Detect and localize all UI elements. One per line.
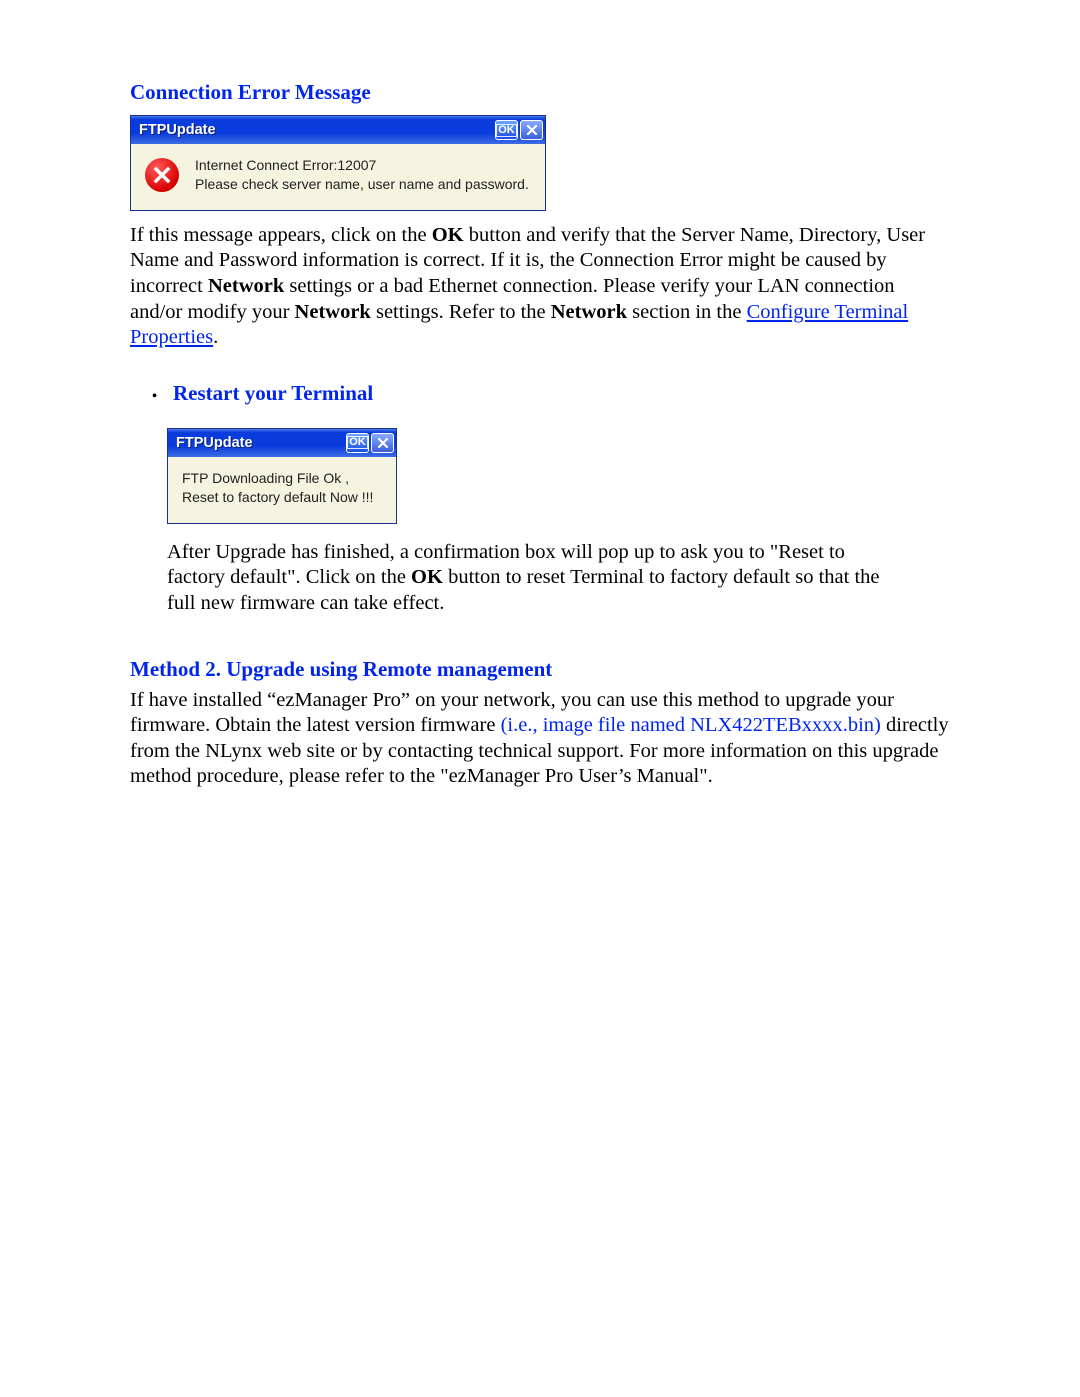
dialog2-close-button[interactable] xyxy=(371,433,394,453)
bold-ok: OK xyxy=(411,566,443,588)
dialog2-ok-button[interactable]: OK xyxy=(346,433,369,453)
paragraph-method-2: If have installed “ezManager Pro” on you… xyxy=(130,688,950,791)
text: section in the xyxy=(627,301,747,323)
bold-network: Network xyxy=(295,301,371,323)
dialog1-title: FTPUpdate xyxy=(139,122,493,138)
blue-filename: (i.e., image file named NLX422TEBxxxx.bi… xyxy=(501,714,881,736)
bullet-restart-terminal: Restart your Terminal xyxy=(130,381,950,416)
dialog2-titlebar: FTPUpdate OK xyxy=(168,429,396,457)
bold-network: Network xyxy=(208,275,284,297)
bold-ok: OK xyxy=(432,224,464,246)
heading-restart-terminal: Restart your Terminal xyxy=(173,381,373,406)
bold-network: Network xyxy=(551,301,627,323)
dialog1-message: Internet Connect Error:12007 Please chec… xyxy=(195,156,529,194)
indent-wrap-dialog2: FTPUpdate OK FTP Downloading File Ok , R… xyxy=(167,428,950,534)
dialog1-titlebar: FTPUpdate OK xyxy=(131,116,545,144)
dialog2-title: FTPUpdate xyxy=(176,435,344,451)
paragraph-connection-error: If this message appears, click on the OK… xyxy=(130,223,950,351)
dialog1-ok-button[interactable]: OK xyxy=(495,120,518,140)
error-icon xyxy=(145,158,179,192)
text: settings. Refer to the xyxy=(371,301,551,323)
dialog1-close-button[interactable] xyxy=(520,120,543,140)
heading-method-2: Method 2. Upgrade using Remote managemen… xyxy=(130,657,950,682)
ok-icon: OK xyxy=(347,436,368,449)
dialog1-body: Internet Connect Error:12007 Please chec… xyxy=(131,144,545,210)
dialog-restart-terminal: FTPUpdate OK FTP Downloading File Ok , R… xyxy=(167,428,397,524)
bullet-icon xyxy=(136,389,173,405)
dialog-connection-error: FTPUpdate OK Internet Connect Error:1200… xyxy=(130,115,546,211)
close-icon xyxy=(526,124,538,136)
paragraph-restart-terminal: After Upgrade has finished, a confirmati… xyxy=(167,540,890,617)
ok-icon: OK xyxy=(496,124,517,137)
dialog2-body: FTP Downloading File Ok , Reset to facto… xyxy=(168,457,396,523)
close-icon xyxy=(377,437,389,449)
dialog2-message: FTP Downloading File Ok , Reset to facto… xyxy=(182,469,373,507)
heading-connection-error: Connection Error Message xyxy=(130,80,950,105)
text: If this message appears, click on the xyxy=(130,224,432,246)
text: . xyxy=(213,326,218,348)
